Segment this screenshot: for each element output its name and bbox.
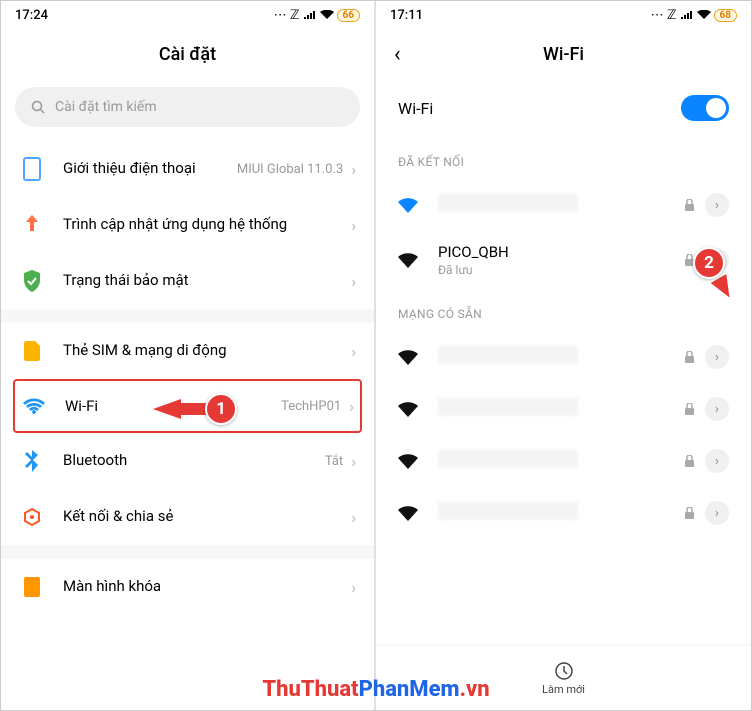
settings-screen: 17:24 ⋯ ℤ 66 Cài đặt Cài đặt tìm kiếm Gi… — [1, 1, 376, 710]
title-bar: ‹ Wi-Fi — [376, 29, 751, 79]
item-label: Màn hình khóa — [63, 577, 351, 597]
wifi-network-available[interactable]: › — [376, 331, 751, 383]
item-label: Kết nối & chia sẻ — [63, 507, 351, 527]
item-label: Trạng thái bảo mật — [63, 271, 351, 291]
wifi-network-available[interactable]: › — [376, 435, 751, 487]
wifi-name-hidden — [438, 194, 578, 212]
chevron-right-icon: › — [351, 452, 356, 471]
mute-icon: ⋯ ℤ — [274, 8, 300, 23]
wifi-icon — [697, 10, 711, 20]
chevron-right-icon: › — [351, 216, 356, 235]
section-divider — [1, 309, 374, 323]
item-value: TechHP01 — [281, 399, 341, 414]
item-label: Bluetooth — [63, 451, 325, 471]
chevron-right-icon: › — [349, 397, 354, 416]
item-label: Trình cập nhật ứng dụng hệ thống — [63, 215, 351, 235]
item-connect-share[interactable]: Kết nối & chia sẻ › — [1, 489, 374, 545]
wifi-signal-icon — [398, 402, 420, 417]
status-icons: ⋯ ℤ 68 — [651, 8, 737, 23]
chevron-right-icon: › — [351, 578, 356, 597]
section-available: MẠNG CÓ SẴN — [376, 289, 751, 331]
lock-icon — [684, 199, 695, 212]
chevron-right-icon: › — [351, 342, 356, 361]
chevron-right-icon: › — [351, 160, 356, 179]
lock-icon — [684, 403, 695, 416]
wifi-name-hidden — [438, 450, 578, 468]
status-bar: 17:24 ⋯ ℤ 66 — [1, 1, 374, 29]
lockscreen-icon — [19, 574, 45, 600]
wifi-toggle[interactable] — [681, 95, 729, 121]
signal-icon — [680, 10, 694, 20]
wifi-details-button[interactable]: › — [705, 397, 729, 421]
wifi-name-hidden — [438, 346, 578, 364]
mute-icon: ⋯ ℤ — [651, 8, 677, 23]
toggle-label: Wi-Fi — [398, 99, 433, 118]
battery-indicator: 68 — [714, 9, 737, 22]
item-bluetooth[interactable]: Bluetooth Tắt › — [1, 433, 374, 489]
section-divider — [1, 545, 374, 559]
item-sim[interactable]: Thẻ SIM & mạng di động › — [1, 323, 374, 379]
lock-icon — [684, 455, 695, 468]
share-icon — [19, 504, 45, 530]
search-placeholder: Cài đặt tìm kiếm — [55, 99, 157, 115]
wifi-network-available[interactable]: › — [376, 487, 751, 539]
wifi-details-button[interactable]: › — [705, 193, 729, 217]
status-bar: 17:11 ⋯ ℤ 68 — [376, 1, 751, 29]
page-title: Cài đặt — [159, 44, 216, 65]
wifi-details-button[interactable]: › — [705, 345, 729, 369]
status-icons: ⋯ ℤ 66 — [274, 8, 360, 23]
page-title: Wi-Fi — [543, 44, 584, 65]
item-lockscreen[interactable]: Màn hình khóa › — [1, 559, 374, 615]
bluetooth-icon — [19, 448, 45, 474]
update-icon — [19, 212, 45, 238]
chevron-right-icon: › — [351, 508, 356, 527]
back-button[interactable]: ‹ — [394, 42, 401, 67]
wifi-signal-icon — [398, 350, 420, 365]
search-input[interactable]: Cài đặt tìm kiếm — [15, 87, 360, 127]
refresh-icon — [554, 661, 574, 681]
refresh-bar[interactable]: Làm mới — [376, 646, 751, 710]
wifi-icon — [21, 393, 47, 419]
battery-indicator: 66 — [337, 9, 360, 22]
shield-icon — [19, 268, 45, 294]
item-about-phone[interactable]: Giới thiệu điện thoại MIUI Global 11.0.3… — [1, 141, 374, 197]
item-label: Thẻ SIM & mạng di động — [63, 341, 351, 361]
search-icon — [31, 100, 45, 114]
wifi-icon — [320, 10, 334, 20]
wifi-signal-icon — [398, 253, 420, 268]
clock-time: 17:24 — [15, 8, 48, 23]
wifi-network-available[interactable]: › — [376, 383, 751, 435]
callout-badge-1: 1 — [205, 393, 237, 425]
wifi-name: PICO_QBH — [438, 243, 684, 261]
refresh-label: Làm mới — [542, 683, 585, 696]
lock-icon — [684, 507, 695, 520]
phone-icon — [19, 156, 45, 182]
wifi-details-button[interactable]: › — [705, 449, 729, 473]
wifi-name-hidden — [438, 502, 578, 520]
title-bar: Cài đặt — [1, 29, 374, 79]
signal-icon — [303, 10, 317, 20]
item-value: Tắt — [325, 454, 343, 469]
wifi-signal-icon — [398, 506, 420, 521]
lock-icon — [684, 351, 695, 364]
sim-icon — [19, 338, 45, 364]
wifi-signal-icon — [398, 198, 420, 213]
wifi-status: Đã lưu — [438, 263, 684, 277]
wifi-screen: 17:11 ⋯ ℤ 68 ‹ Wi-Fi Wi-Fi ĐÃ KẾT NỐI › — [376, 1, 751, 710]
item-value: MIUI Global 11.0.3 — [237, 162, 343, 177]
wifi-details-button[interactable]: › — [705, 501, 729, 525]
wifi-toggle-row: Wi-Fi — [376, 79, 751, 137]
item-security[interactable]: Trạng thái bảo mật › — [1, 253, 374, 309]
wifi-signal-icon — [398, 454, 420, 469]
callout-badge-2: 2 — [693, 247, 725, 279]
item-label: Giới thiệu điện thoại — [63, 159, 237, 179]
section-connected: ĐÃ KẾT NỐI — [376, 137, 751, 179]
clock-time: 17:11 — [390, 8, 423, 23]
item-system-update[interactable]: Trình cập nhật ứng dụng hệ thống › — [1, 197, 374, 253]
chevron-right-icon: › — [351, 272, 356, 291]
wifi-name-hidden — [438, 398, 578, 416]
wifi-network-connected[interactable]: › — [376, 179, 751, 231]
